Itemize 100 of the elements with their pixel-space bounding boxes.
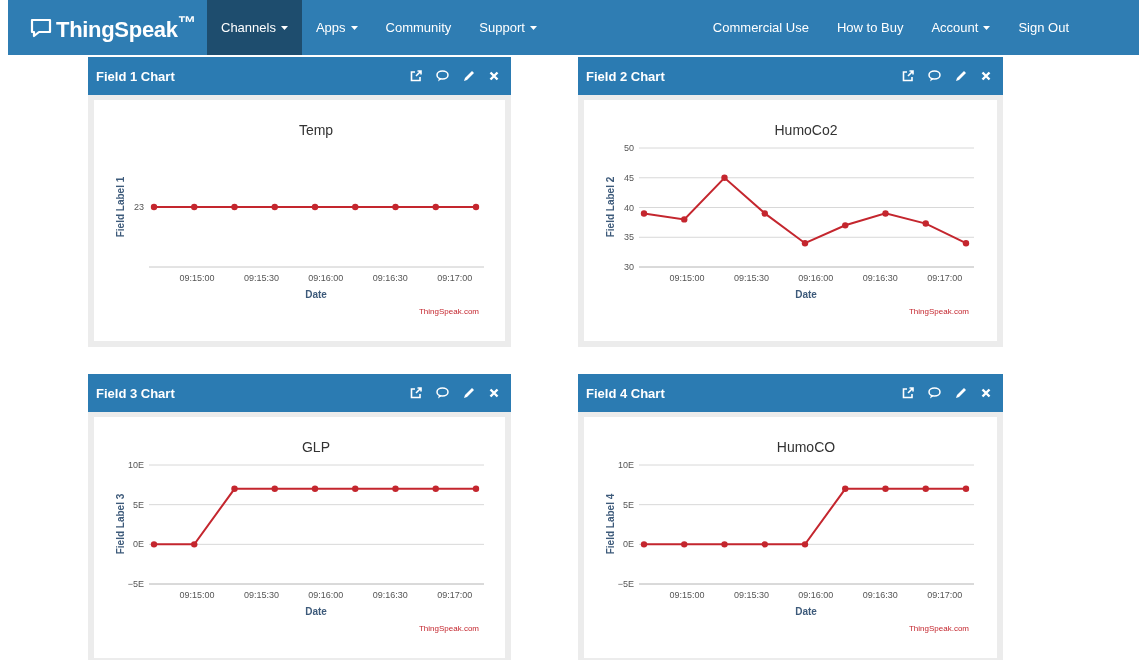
nav-item[interactable]: Support [465,0,551,55]
y-tick-label: 50 [624,143,634,153]
x-tick-label: 09:16:00 [308,590,344,600]
x-tick-label: 09:15:30 [733,590,769,600]
credit-link[interactable]: ThingSpeak.com [908,624,969,633]
nav-item[interactable]: How to Buy [822,0,918,55]
chart-title: GLP [302,439,330,455]
data-point [882,210,889,217]
data-point [472,485,480,492]
nav-item[interactable]: Account [917,0,1005,55]
data-point [352,485,359,492]
pencil-icon[interactable] [463,387,475,399]
y-tick-label: 5E [623,499,634,510]
nav-item[interactable]: Commercial Use [698,0,823,55]
logo[interactable]: ThingSpeak$^{™}$ [56,11,196,44]
x-tick-label: 09:15:30 [733,273,769,283]
x-tick-label: 09:15:00 [669,590,705,600]
data-point [392,485,399,492]
x-tick-label: 09:15:30 [243,590,279,600]
y-tick-label: 40 [624,202,634,213]
card-title: Field 3 Chart [96,385,175,401]
axis-title: Date [305,606,327,617]
data-point [922,220,929,227]
x-tick-label: 09:16:30 [862,590,898,600]
close-icon[interactable] [981,388,991,398]
data-point [962,240,970,247]
y-tick-label: 0E [133,539,144,550]
pencil-icon[interactable] [955,70,967,82]
data-point [150,541,158,548]
y-tick-label: 10E [128,460,144,470]
x-tick-label: 09:16:30 [372,273,408,283]
comment-icon[interactable] [436,70,449,82]
data-point [640,541,648,548]
data-point [721,174,728,181]
external-link-icon[interactable] [410,387,422,399]
x-tick-label: 09:17:00 [437,273,473,283]
x-tick-label: 09:16:00 [798,273,834,283]
data-point [311,485,319,492]
data-point [801,541,809,548]
y-tick-label: 35 [624,232,634,243]
data-point [922,485,929,492]
data-point [801,240,809,247]
x-tick-label: 09:15:00 [179,590,215,600]
axis-title: Field Label 2 [605,176,616,238]
data-point [681,216,688,223]
nav-item[interactable]: Apps [301,0,372,55]
chart-title: Temp [298,122,334,138]
y-tick-label: −5E [617,579,634,589]
axis-title: Field Label 4 [605,493,616,555]
axis-title: Date [795,606,817,617]
y-tick-label: 5E [133,499,144,510]
y-tick-label: 45 [624,172,634,183]
external-link-icon[interactable] [410,70,422,82]
card-title: Field 1 Chart [96,68,175,84]
data-point [681,541,688,548]
nav-item[interactable]: Community [371,0,466,55]
data-point [962,485,970,492]
x-tick-label: 09:15:00 [669,273,705,283]
data-point [271,485,278,492]
chart-title: HumoCO [776,439,836,455]
data-point [761,541,768,548]
x-tick-label: 09:16:30 [862,273,898,283]
x-tick-label: 09:16:00 [798,590,834,600]
y-tick-label: 10E [618,460,634,470]
chart-title: HumoCo2 [774,122,838,138]
data-point [842,485,849,492]
close-icon[interactable] [489,71,499,81]
credit-link[interactable]: ThingSpeak.com [418,307,479,316]
external-link-icon[interactable] [902,387,914,399]
comment-icon[interactable] [928,387,941,399]
nav-item[interactable]: Sign Out [1004,0,1083,55]
credit-link[interactable]: ThingSpeak.com [908,307,969,316]
x-tick-label: 09:17:00 [927,590,963,600]
data-point [842,222,849,229]
x-tick-label: 09:17:00 [927,273,963,283]
y-tick-label: 30 [624,262,634,272]
y-tick-label: −5E [127,579,144,589]
data-point [882,485,889,492]
axis-title: Date [795,289,817,300]
comment-icon[interactable] [436,387,449,399]
external-link-icon[interactable] [902,70,914,82]
y-tick-label: 23 [134,202,144,212]
data-point [761,210,768,217]
nav-item[interactable]: Channels [207,0,302,55]
close-icon[interactable] [489,388,499,398]
close-icon[interactable] [981,71,991,81]
card-title: Field 4 Chart [586,385,665,401]
x-tick-label: 09:15:30 [243,273,279,283]
x-tick-label: 09:16:30 [372,590,408,600]
x-tick-label: 09:16:00 [308,273,344,283]
pencil-icon[interactable] [955,387,967,399]
axis-title: Field Label 1 [115,176,126,238]
comment-icon[interactable] [928,70,941,82]
credit-link[interactable]: ThingSpeak.com [418,624,479,633]
y-tick-label: 0E [623,539,634,550]
data-point [432,485,439,492]
pencil-icon[interactable] [463,70,475,82]
speech-bubble-icon [30,17,52,38]
x-tick-label: 09:17:00 [437,590,473,600]
data-point [721,541,728,548]
